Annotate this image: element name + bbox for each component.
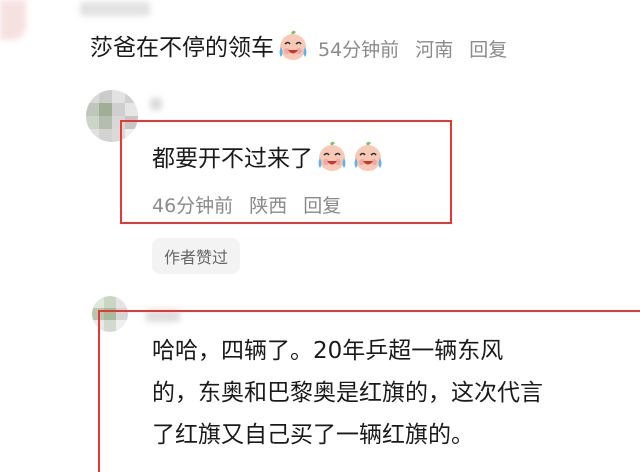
comment-top-time: 54分钟前: [318, 38, 400, 61]
reply-two-content: 哈哈，四辆了。20年乒超一辆东风 的，东奥和巴黎奥是红旗的，这次代言 了红旗又自…: [152, 330, 632, 456]
reply-two-line-3: 了红旗又自己买了一辆红旗的。: [152, 422, 474, 448]
reply-one-text: 都要开不过来了: [152, 146, 313, 172]
username-top-blurred: [80, 2, 150, 16]
reply-one-time: 46分钟前: [152, 195, 234, 217]
crying-laughing-face-icon: [351, 140, 385, 178]
reply-one-reply-button[interactable]: 回复: [303, 195, 341, 217]
username-reply-one-blurred: [150, 98, 162, 110]
crying-laughing-face-icon: [276, 29, 310, 67]
comment-top-meta: 54分钟前 河南 回复: [318, 35, 517, 62]
reply-one-location: 陕西: [249, 195, 288, 217]
reply-one-meta: 46分钟前 陕西 回复: [152, 191, 351, 218]
author-liked-badge: 作者赞过: [152, 238, 241, 274]
comment-top-location: 河南: [415, 38, 454, 61]
avatar-top-fragment: [0, 0, 26, 40]
reply-one-content: 都要开不过来了: [152, 140, 385, 178]
reply-two-line-2: 的，东奥和巴黎奥是红旗的，这次代言: [152, 380, 543, 406]
comment-top-text: 莎爸在不停的领车: [90, 35, 274, 61]
comment-top: 莎爸在不停的领车 54分钟前 河南 回复: [90, 28, 517, 68]
comment-top-reply-button[interactable]: 回复: [469, 39, 507, 61]
crying-laughing-face-icon: [315, 140, 349, 178]
reply-two-line-1: 哈哈，四辆了。20年乒超一辆东风: [152, 338, 504, 364]
